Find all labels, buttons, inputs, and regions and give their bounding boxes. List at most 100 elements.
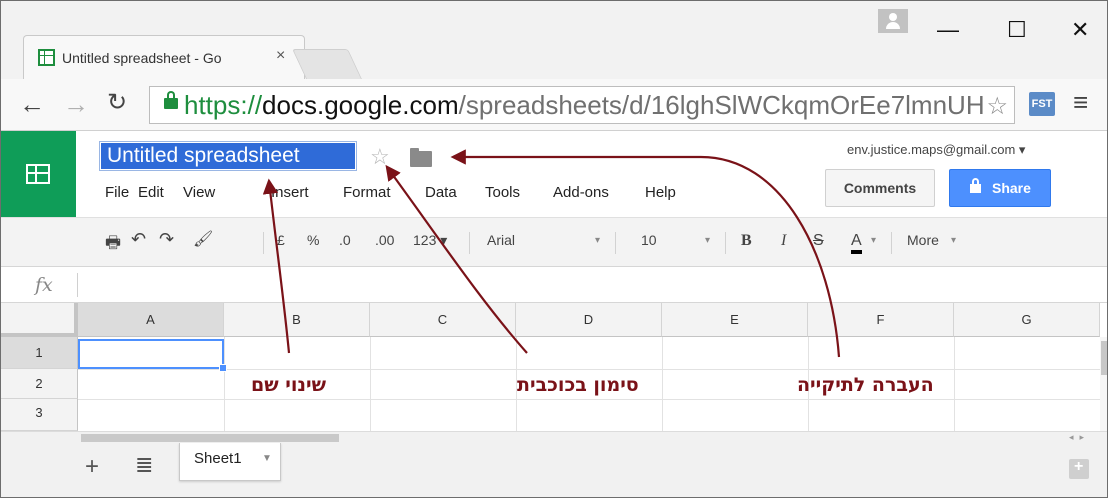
column-header-d[interactable]: D bbox=[516, 303, 662, 337]
fx-icon: fx bbox=[35, 274, 53, 296]
more-button[interactable]: More bbox=[907, 232, 939, 248]
column-header-g[interactable]: G bbox=[954, 303, 1100, 337]
font-size-dropdown-icon[interactable]: ▾ bbox=[705, 235, 710, 246]
spreadsheet-grid: A B C D E F G 1 2 3 bbox=[1, 303, 1107, 431]
back-icon[interactable]: ← bbox=[19, 91, 45, 117]
grid-line bbox=[78, 399, 1100, 400]
undo-icon[interactable]: ↶ bbox=[131, 229, 146, 250]
toolbar-divider bbox=[469, 232, 470, 254]
menu-help[interactable]: Help bbox=[645, 184, 676, 201]
grid-line bbox=[662, 337, 663, 431]
menu-data[interactable]: Data bbox=[425, 184, 457, 201]
formatting-toolbar: 🖶 ↶ ↷ 🖌 £ % .0 .00 123 ▾ Arial ▾ 10 ▾ B … bbox=[1, 217, 1107, 267]
row-header-1[interactable]: 1 bbox=[1, 337, 78, 369]
explore-icon[interactable] bbox=[1069, 458, 1089, 479]
sheets-logo-icon bbox=[26, 164, 50, 184]
url-field[interactable]: https://docs.google.com/spreadsheets/d/1… bbox=[149, 86, 1015, 124]
more-dropdown-icon[interactable]: ▾ bbox=[951, 235, 956, 246]
horizontal-scrollbar[interactable]: ◂▸ bbox=[1, 431, 1107, 443]
menu-insert[interactable]: Insert bbox=[271, 184, 309, 201]
address-bar: ← → ↻ https://docs.google.com/spreadshee… bbox=[1, 79, 1107, 131]
browser-tab[interactable]: Untitled spreadsheet - Go × bbox=[23, 35, 305, 79]
grid-line bbox=[370, 337, 371, 431]
sheets-header: Untitled spreadsheet ☆ File Edit View In… bbox=[1, 131, 1107, 217]
forward-icon[interactable]: → bbox=[63, 91, 89, 117]
menu-icon[interactable]: ≡ bbox=[1073, 89, 1088, 115]
grid-line bbox=[78, 369, 1100, 370]
tab-title: Untitled spreadsheet - Go bbox=[62, 50, 222, 66]
menu-view[interactable]: View bbox=[183, 184, 215, 201]
all-sheets-icon[interactable]: ≣ bbox=[135, 452, 153, 478]
column-header-c[interactable]: C bbox=[370, 303, 516, 337]
folder-icon[interactable] bbox=[410, 148, 432, 167]
formula-bar: fx bbox=[1, 267, 1107, 303]
percent-button[interactable]: % bbox=[307, 232, 319, 248]
minimize-button[interactable]: — bbox=[937, 19, 959, 41]
lock-icon bbox=[164, 91, 178, 109]
profile-icon[interactable] bbox=[878, 9, 908, 33]
browser-window: Untitled spreadsheet - Go × — ☐ ✕ ← → ↻ … bbox=[0, 0, 1108, 498]
select-all-corner[interactable] bbox=[1, 303, 78, 337]
row-header-2[interactable]: 2 bbox=[1, 369, 78, 399]
annotation-rename: שינוי שם bbox=[251, 374, 326, 396]
horizontal-scroll-thumb[interactable] bbox=[81, 434, 339, 442]
sheet-tab-bar: + ≣ Sheet1 ▼ bbox=[1, 443, 1107, 497]
formula-divider bbox=[77, 273, 78, 297]
extension-icon[interactable]: FST bbox=[1029, 92, 1055, 116]
currency-button[interactable]: £ bbox=[277, 232, 285, 248]
toolbar-divider bbox=[891, 232, 892, 254]
font-dropdown-icon[interactable]: ▾ bbox=[595, 235, 600, 246]
text-color-button[interactable]: A bbox=[851, 232, 862, 254]
bold-button[interactable]: B bbox=[741, 232, 752, 250]
close-window-button[interactable]: ✕ bbox=[1071, 19, 1089, 41]
menu-file[interactable]: File bbox=[105, 184, 129, 201]
tab-close-icon[interactable]: × bbox=[276, 47, 285, 65]
scroll-arrows-icon[interactable]: ◂▸ bbox=[1069, 432, 1090, 443]
url-text: https://docs.google.com/spreadsheets/d/1… bbox=[184, 90, 984, 120]
menu-edit[interactable]: Edit bbox=[138, 184, 164, 201]
toolbar-divider bbox=[725, 232, 726, 254]
decrease-decimals-button[interactable]: .0 bbox=[339, 232, 351, 248]
star-icon[interactable]: ☆ bbox=[370, 144, 390, 170]
column-header-e[interactable]: E bbox=[662, 303, 808, 337]
sheet-tab[interactable]: Sheet1 ▼ bbox=[179, 443, 281, 481]
font-select[interactable]: Arial bbox=[487, 232, 515, 248]
maximize-button[interactable]: ☐ bbox=[1007, 19, 1027, 41]
menu-format[interactable]: Format bbox=[343, 184, 391, 201]
font-size-select[interactable]: 10 bbox=[641, 232, 657, 248]
toolbar-divider bbox=[263, 232, 264, 254]
column-header-a[interactable]: A bbox=[78, 303, 224, 337]
reload-icon[interactable]: ↻ bbox=[107, 91, 127, 115]
column-header-b[interactable]: B bbox=[224, 303, 370, 337]
menu-tools[interactable]: Tools bbox=[485, 184, 520, 201]
bookmark-star-icon[interactable]: ☆ bbox=[986, 92, 1008, 121]
add-sheet-icon[interactable]: + bbox=[85, 453, 99, 481]
selected-cell-a1[interactable] bbox=[78, 339, 227, 372]
menu-addons[interactable]: Add-ons bbox=[553, 184, 609, 201]
scroll-thumb[interactable] bbox=[1101, 341, 1107, 375]
strikethrough-button[interactable]: S bbox=[813, 232, 824, 250]
comments-button[interactable]: Comments bbox=[825, 169, 935, 207]
grid-line bbox=[954, 337, 955, 431]
annotation-star: סימון בכוכבית bbox=[517, 374, 639, 396]
increase-decimals-button[interactable]: .00 bbox=[375, 232, 394, 248]
row-header-3[interactable]: 3 bbox=[1, 399, 78, 431]
grid-line bbox=[224, 337, 225, 431]
print-icon[interactable]: 🖶 bbox=[105, 230, 121, 259]
annotation-move-to-folder: העברה לתיקייה bbox=[797, 374, 934, 396]
vertical-scrollbar[interactable] bbox=[1100, 337, 1107, 431]
account-email[interactable]: env.justice.maps@gmail.com ▾ bbox=[847, 142, 1025, 158]
column-header-f[interactable]: F bbox=[808, 303, 954, 337]
share-button[interactable]: Share bbox=[949, 169, 1051, 207]
sheet-tab-label: Sheet1 bbox=[194, 450, 242, 467]
sheet-tab-dropdown-icon[interactable]: ▼ bbox=[262, 453, 272, 464]
paint-format-icon[interactable]: 🖌 bbox=[193, 229, 213, 249]
redo-icon[interactable]: ↷ bbox=[159, 229, 174, 250]
more-formats-button[interactable]: 123 ▾ bbox=[413, 232, 447, 249]
sheets-favicon-icon bbox=[38, 49, 55, 66]
sheets-home-button[interactable] bbox=[1, 131, 76, 217]
italic-button[interactable]: I bbox=[781, 232, 786, 250]
lock-icon bbox=[970, 178, 981, 193]
text-color-dropdown-icon[interactable]: ▾ bbox=[871, 235, 876, 246]
doc-title-input[interactable]: Untitled spreadsheet bbox=[99, 141, 357, 171]
